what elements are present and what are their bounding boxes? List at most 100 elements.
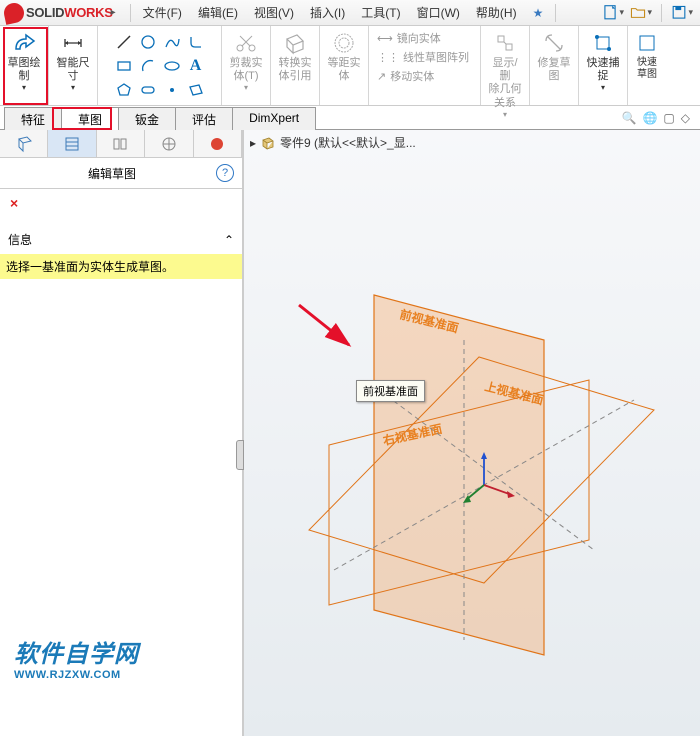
tab-evaluate[interactable]: 评估 [175, 107, 233, 130]
watermark-url: WWW.RJZXW.COM [14, 669, 139, 681]
text-tool[interactable]: A [185, 55, 207, 77]
new-file-button[interactable]: ▾ [601, 1, 625, 25]
tab-dimxpert[interactable]: DimXpert [232, 107, 316, 130]
watermark: 软件自学网 WWW.RJZXW.COM [14, 634, 139, 681]
menu-insert[interactable]: 插入(I) [302, 0, 353, 25]
config-manager-tab[interactable] [97, 130, 145, 157]
tab-feature[interactable]: 特征 [4, 107, 62, 130]
mirror-entities-button[interactable]: ⟷镜向实体 [373, 29, 473, 47]
smart-dimension-button[interactable]: 智能尺 寸 ▾ [53, 29, 93, 95]
polygon-tool[interactable] [113, 79, 135, 101]
menu-window[interactable]: 窗口(W) [409, 0, 468, 25]
ribbon-group-pattern: ⟷镜向实体 ⋮⋮线性草图阵列 ↗移动实体 [369, 26, 481, 105]
quick-snap-button[interactable]: 快速捕 捉 ▾ [583, 29, 623, 95]
point-tool[interactable] [161, 79, 183, 101]
quick-toolbar: ▾ ▾ ▾ [601, 1, 700, 25]
quick-sketch-label: 快速 草图 [637, 57, 657, 81]
linear-pattern-button[interactable]: ⋮⋮线性草图阵列 [373, 48, 473, 66]
ribbon: 草图绘 制 ▾ 智能尺 寸 ▾ A [0, 26, 700, 106]
ribbon-group-snap: 快速捕 捉 ▾ [579, 26, 628, 105]
offset-label: 等距实 体 [328, 57, 361, 83]
plane-tooltip: 前视基准面 [356, 380, 425, 402]
breadcrumb-expand-icon[interactable]: ▸ [250, 136, 256, 150]
separator [130, 4, 131, 22]
offset-entities-button[interactable]: 等距实 体 [324, 29, 364, 85]
property-manager-tab[interactable] [48, 130, 96, 157]
display-manager-tab[interactable] [194, 130, 242, 157]
menubar: SOLIDWORKS ▸ 文件(F) 编辑(E) 视图(V) 插入(I) 工具(… [0, 0, 700, 26]
feature-tree-tab[interactable] [0, 130, 48, 157]
circle-tool[interactable] [137, 31, 159, 53]
menu-file[interactable]: 文件(F) [135, 0, 190, 25]
front-plane[interactable] [374, 295, 544, 655]
main-area: 编辑草图 ? × 信息 ⌃ 选择一基准面为实体生成草图。 软件自学网 WWW.R… [0, 130, 700, 736]
menu-tools[interactable]: 工具(T) [353, 0, 408, 25]
breadcrumb-part-label: 零件9 (默认<<默认>_显... [280, 134, 416, 151]
open-file-button[interactable]: ▾ [629, 1, 653, 25]
splitter-handle[interactable] [236, 440, 244, 470]
slot-tool[interactable] [137, 79, 159, 101]
fillet-tool[interactable] [185, 31, 207, 53]
ribbon-group-sketch: 草图绘 制 ▾ [0, 26, 49, 105]
ribbon-group-convert: 转换实 体引用 [271, 26, 320, 105]
offset-icon [332, 31, 356, 55]
tab-sheetmetal[interactable]: 钣金 [118, 107, 176, 130]
globe-icon[interactable]: 🌐 [642, 111, 657, 125]
line-tool[interactable] [113, 31, 135, 53]
menu-view[interactable]: 视图(V) [246, 0, 302, 25]
smart-dimension-label: 智能尺 寸 [57, 57, 90, 83]
arc-tool[interactable] [137, 55, 159, 77]
reference-planes[interactable]: 前视基准面 上视基准面 右视基准面 [284, 260, 684, 680]
panel-header: 编辑草图 ? [0, 158, 242, 189]
tab-sketch[interactable]: 草图 [61, 107, 119, 130]
rectangle-tool[interactable] [113, 55, 135, 77]
ribbon-group-dimension: 智能尺 寸 ▾ [49, 26, 98, 105]
separator [661, 4, 662, 22]
display-style-icon[interactable]: ▢ [663, 111, 674, 125]
zoom-icon[interactable]: 🔍 [622, 111, 637, 125]
repair-label: 修复草 图 [538, 57, 571, 83]
logo-text: SOLIDWORKS [26, 5, 113, 20]
view-toolbar: 🔍 🌐 ▢ ◇ [622, 106, 700, 129]
convert-icon [283, 31, 307, 55]
info-section-header[interactable]: 信息 ⌃ [0, 227, 242, 252]
quick-sketch-icon [635, 31, 659, 55]
save-button[interactable]: ▾ [670, 1, 694, 25]
menu-edit[interactable]: 编辑(E) [190, 0, 246, 25]
convert-label: 转换实 体引用 [279, 57, 312, 83]
menu-star-icon[interactable]: ★ [525, 2, 552, 24]
mirror-icon: ⟷ [377, 32, 393, 45]
chevron-down-icon[interactable]: ▸ [111, 7, 116, 18]
sketch-draw-button[interactable]: 草图绘 制 ▾ [4, 29, 44, 95]
move-entities-button[interactable]: ↗移动实体 [373, 67, 473, 85]
collapse-caret-icon: ⌃ [224, 233, 234, 247]
ribbon-group-offset: 等距实 体 [320, 26, 369, 105]
spline-tool[interactable] [161, 31, 183, 53]
info-message: 选择一基准面为实体生成草图。 [0, 254, 242, 279]
menu-help[interactable]: 帮助(H) [468, 0, 525, 25]
app-logo: SOLIDWORKS ▸ [4, 3, 116, 23]
linear-pattern-label: 线性草图阵列 [403, 49, 469, 65]
convert-entities-button[interactable]: 转换实 体引用 [275, 29, 315, 85]
dimxpert-manager-tab[interactable] [145, 130, 193, 157]
part-icon [260, 135, 276, 151]
trim-button[interactable]: 剪裁实 体(T) ▾ [226, 29, 266, 95]
move-label: 移动实体 [390, 68, 434, 84]
plane-tool[interactable] [185, 79, 207, 101]
view-orientation-icon[interactable]: ◇ [681, 111, 690, 125]
graphics-viewport[interactable]: ▸ 零件9 (默认<<默认>_显... 前视基准面 上视基准面 右视基准面 [244, 130, 700, 736]
separator [555, 4, 556, 22]
watermark-title: 软件自学网 [14, 634, 139, 669]
breadcrumb[interactable]: ▸ 零件9 (默认<<默认>_显... [250, 134, 416, 151]
dimension-icon [61, 31, 85, 55]
property-manager-panel: 编辑草图 ? × 信息 ⌃ 选择一基准面为实体生成草图。 软件自学网 WWW.R… [0, 130, 244, 736]
cancel-button[interactable]: × [0, 189, 242, 217]
relations-icon [493, 31, 517, 55]
panel-tabs [0, 130, 242, 158]
solidworks-logo-icon [2, 1, 26, 25]
help-icon[interactable]: ? [216, 164, 234, 182]
quick-sketch-button[interactable]: 快速 草图 [632, 29, 662, 83]
repair-sketch-button[interactable]: 修复草 图 [534, 29, 574, 85]
ellipse-tool[interactable] [161, 55, 183, 77]
show-hide-relations-button[interactable]: 显示/删 除几何 关系 ▾ [485, 29, 525, 121]
